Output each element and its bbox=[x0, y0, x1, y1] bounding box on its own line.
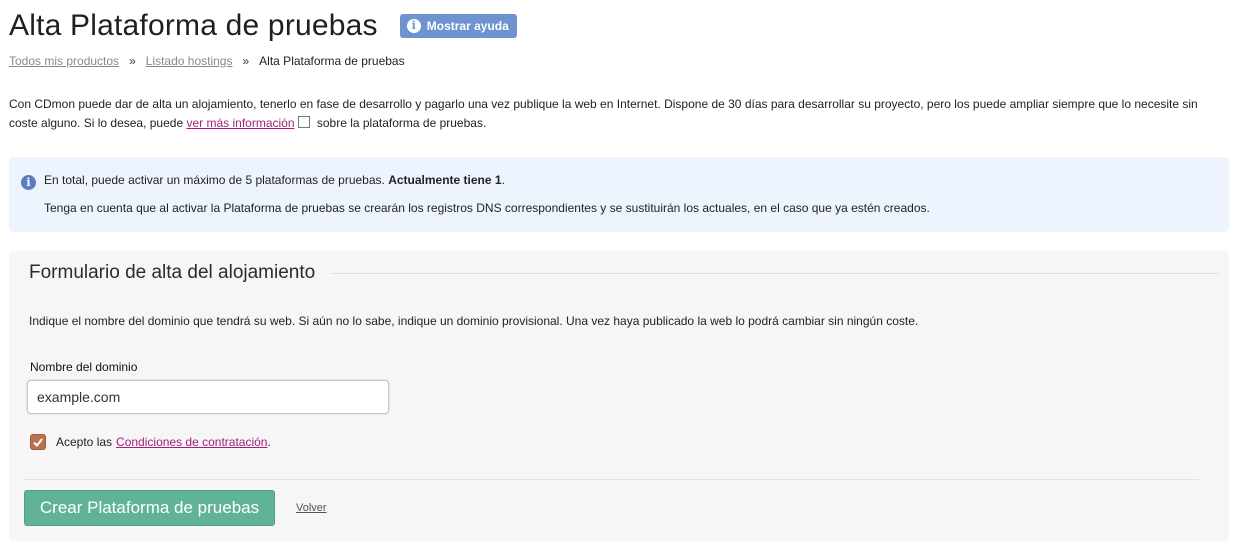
info-box: i En total, puede activar un máximo de 5… bbox=[9, 157, 1229, 232]
info-dns-warning: Tenga en cuenta que al activar la Plataf… bbox=[44, 201, 930, 215]
form-divider bbox=[24, 479, 1199, 480]
domain-label: Nombre del dominio bbox=[30, 360, 138, 374]
info-icon: i bbox=[406, 19, 421, 33]
signup-form: Formulario de alta del alojamiento Indiq… bbox=[9, 251, 1229, 541]
info-icon: i bbox=[21, 175, 36, 190]
more-info-link[interactable]: ver más información bbox=[186, 116, 294, 130]
checkmark-icon bbox=[33, 437, 43, 447]
form-legend-row: Formulario de alta del alojamiento bbox=[29, 262, 1219, 284]
show-help-button[interactable]: i Mostrar ayuda bbox=[399, 14, 517, 38]
terms-checkbox[interactable] bbox=[30, 434, 46, 450]
external-link-icon bbox=[297, 116, 310, 128]
form-legend: Formulario de alta del alojamiento bbox=[29, 262, 316, 283]
breadcrumb: Todos mis productos » Listado hostings »… bbox=[9, 54, 405, 68]
domain-input[interactable] bbox=[27, 380, 389, 414]
terms-end: . bbox=[267, 435, 271, 449]
breadcrumb-link-hostings[interactable]: Listado hostings bbox=[146, 54, 233, 68]
info-limit-text: En total, puede activar un máximo de 5 p… bbox=[44, 173, 505, 187]
form-description: Indique el nombre del dominio que tendrá… bbox=[29, 314, 919, 328]
legend-divider bbox=[331, 272, 1219, 274]
back-link[interactable]: Volver bbox=[296, 502, 327, 514]
info-limit-end: . bbox=[501, 173, 505, 187]
info-limit-label: En total, puede activar un máximo de 5 p… bbox=[44, 173, 389, 187]
breadcrumb-link-products[interactable]: Todos mis productos bbox=[9, 54, 119, 68]
terms-link[interactable]: Condiciones de contratación bbox=[116, 435, 267, 449]
create-button[interactable]: Crear Plataforma de pruebas bbox=[24, 490, 275, 526]
intro-text: Con CDmon puede dar de alta un alojamien… bbox=[9, 95, 1209, 133]
info-limit-count: Actualmente tiene 1 bbox=[388, 173, 502, 187]
breadcrumb-current: Alta Plataforma de pruebas bbox=[259, 54, 405, 68]
show-help-label: Mostrar ayuda bbox=[426, 19, 509, 33]
breadcrumb-separator: » bbox=[242, 54, 250, 68]
breadcrumb-separator: » bbox=[129, 54, 136, 68]
terms-label: Acepto las bbox=[56, 435, 113, 449]
title-row: Alta Plataforma de pruebas i Mostrar ayu… bbox=[9, 6, 517, 46]
page-title: Alta Plataforma de pruebas bbox=[9, 9, 378, 42]
intro-text-end: sobre la plataforma de pruebas. bbox=[313, 116, 487, 130]
terms-row: Acepto las Condiciones de contratación. bbox=[30, 434, 271, 450]
